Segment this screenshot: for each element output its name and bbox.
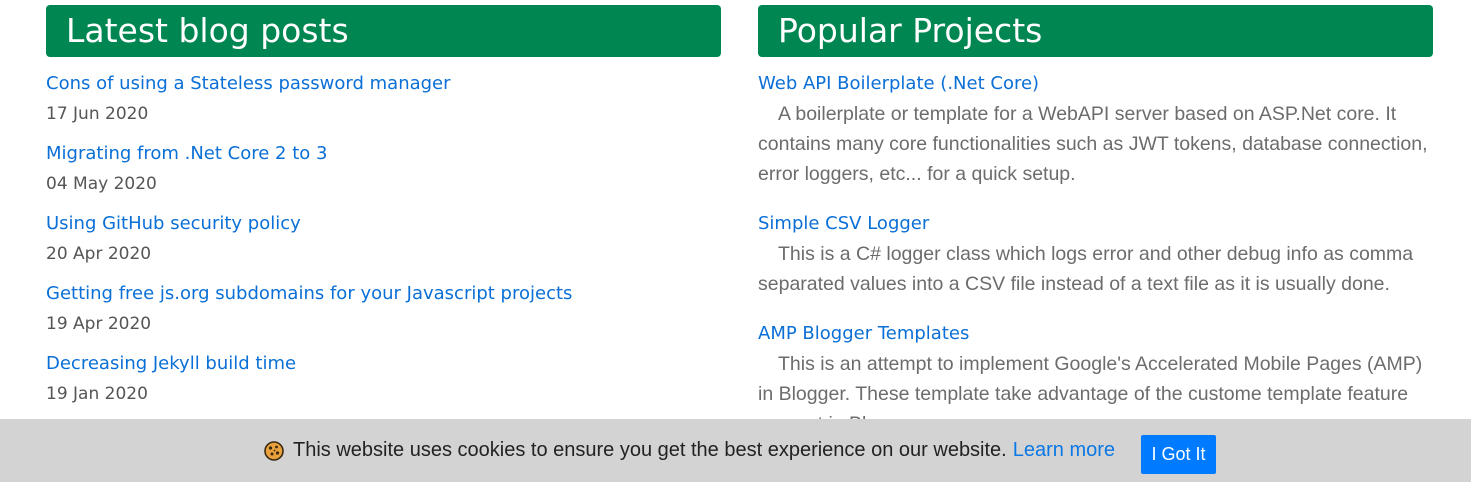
projects-section: Popular Projects Web API Boilerplate (.N… [758, 5, 1433, 459]
project-description: This is a C# logger class which logs err… [758, 243, 1414, 295]
blog-post-link[interactable]: Using GitHub security policy [46, 209, 721, 239]
cookie-message: This website uses cookies to ensure you … [293, 439, 1007, 461]
blog-post-date: 20 Apr 2020 [46, 244, 152, 264]
project-link[interactable]: Web API Boilerplate (.Net Core) [758, 69, 1433, 99]
list-item: Getting free js.org subdomains for your … [46, 279, 721, 349]
learn-more-link[interactable]: Learn more [1013, 439, 1115, 462]
project-link[interactable]: AMP Blogger Templates [758, 319, 1433, 349]
list-item: Web API Boilerplate (.Net Core) A boiler… [758, 69, 1433, 189]
blog-post-link[interactable]: Decreasing Jekyll build time [46, 349, 721, 379]
list-item: Using GitHub security policy 20 Apr 2020 [46, 209, 721, 279]
blog-post-date: 19 Apr 2020 [46, 314, 152, 334]
cookie-icon [264, 440, 284, 461]
projects-heading: Popular Projects [758, 5, 1433, 57]
blog-post-link[interactable]: Migrating from .Net Core 2 to 3 [46, 139, 721, 169]
blog-post-list: Cons of using a Stateless password manag… [46, 69, 721, 419]
blog-post-date: 19 Jan 2020 [46, 384, 148, 404]
list-item: Decreasing Jekyll build time 19 Jan 2020 [46, 349, 721, 419]
blog-post-link[interactable]: Getting free js.org subdomains for your … [46, 279, 721, 309]
project-description: A boilerplate or template for a WebAPI s… [758, 103, 1428, 185]
blog-heading: Latest blog posts [46, 5, 721, 57]
cookie-consent-bar: This website uses cookies to ensure you … [0, 419, 1471, 482]
project-list: Web API Boilerplate (.Net Core) A boiler… [758, 69, 1433, 439]
cookie-message-row: This website uses cookies to ensure you … [264, 419, 1115, 482]
list-item: Simple CSV Logger This is a C# logger cl… [758, 209, 1433, 299]
blog-post-link[interactable]: Cons of using a Stateless password manag… [46, 69, 721, 99]
blog-post-date: 17 Jun 2020 [46, 104, 149, 124]
list-item: Migrating from .Net Core 2 to 3 04 May 2… [46, 139, 721, 209]
accept-cookies-button[interactable]: I Got It [1141, 435, 1216, 474]
list-item: Cons of using a Stateless password manag… [46, 69, 721, 139]
blog-post-date: 04 May 2020 [46, 174, 157, 194]
project-link[interactable]: Simple CSV Logger [758, 209, 1433, 239]
blog-section: Latest blog posts Cons of using a Statel… [46, 5, 721, 419]
